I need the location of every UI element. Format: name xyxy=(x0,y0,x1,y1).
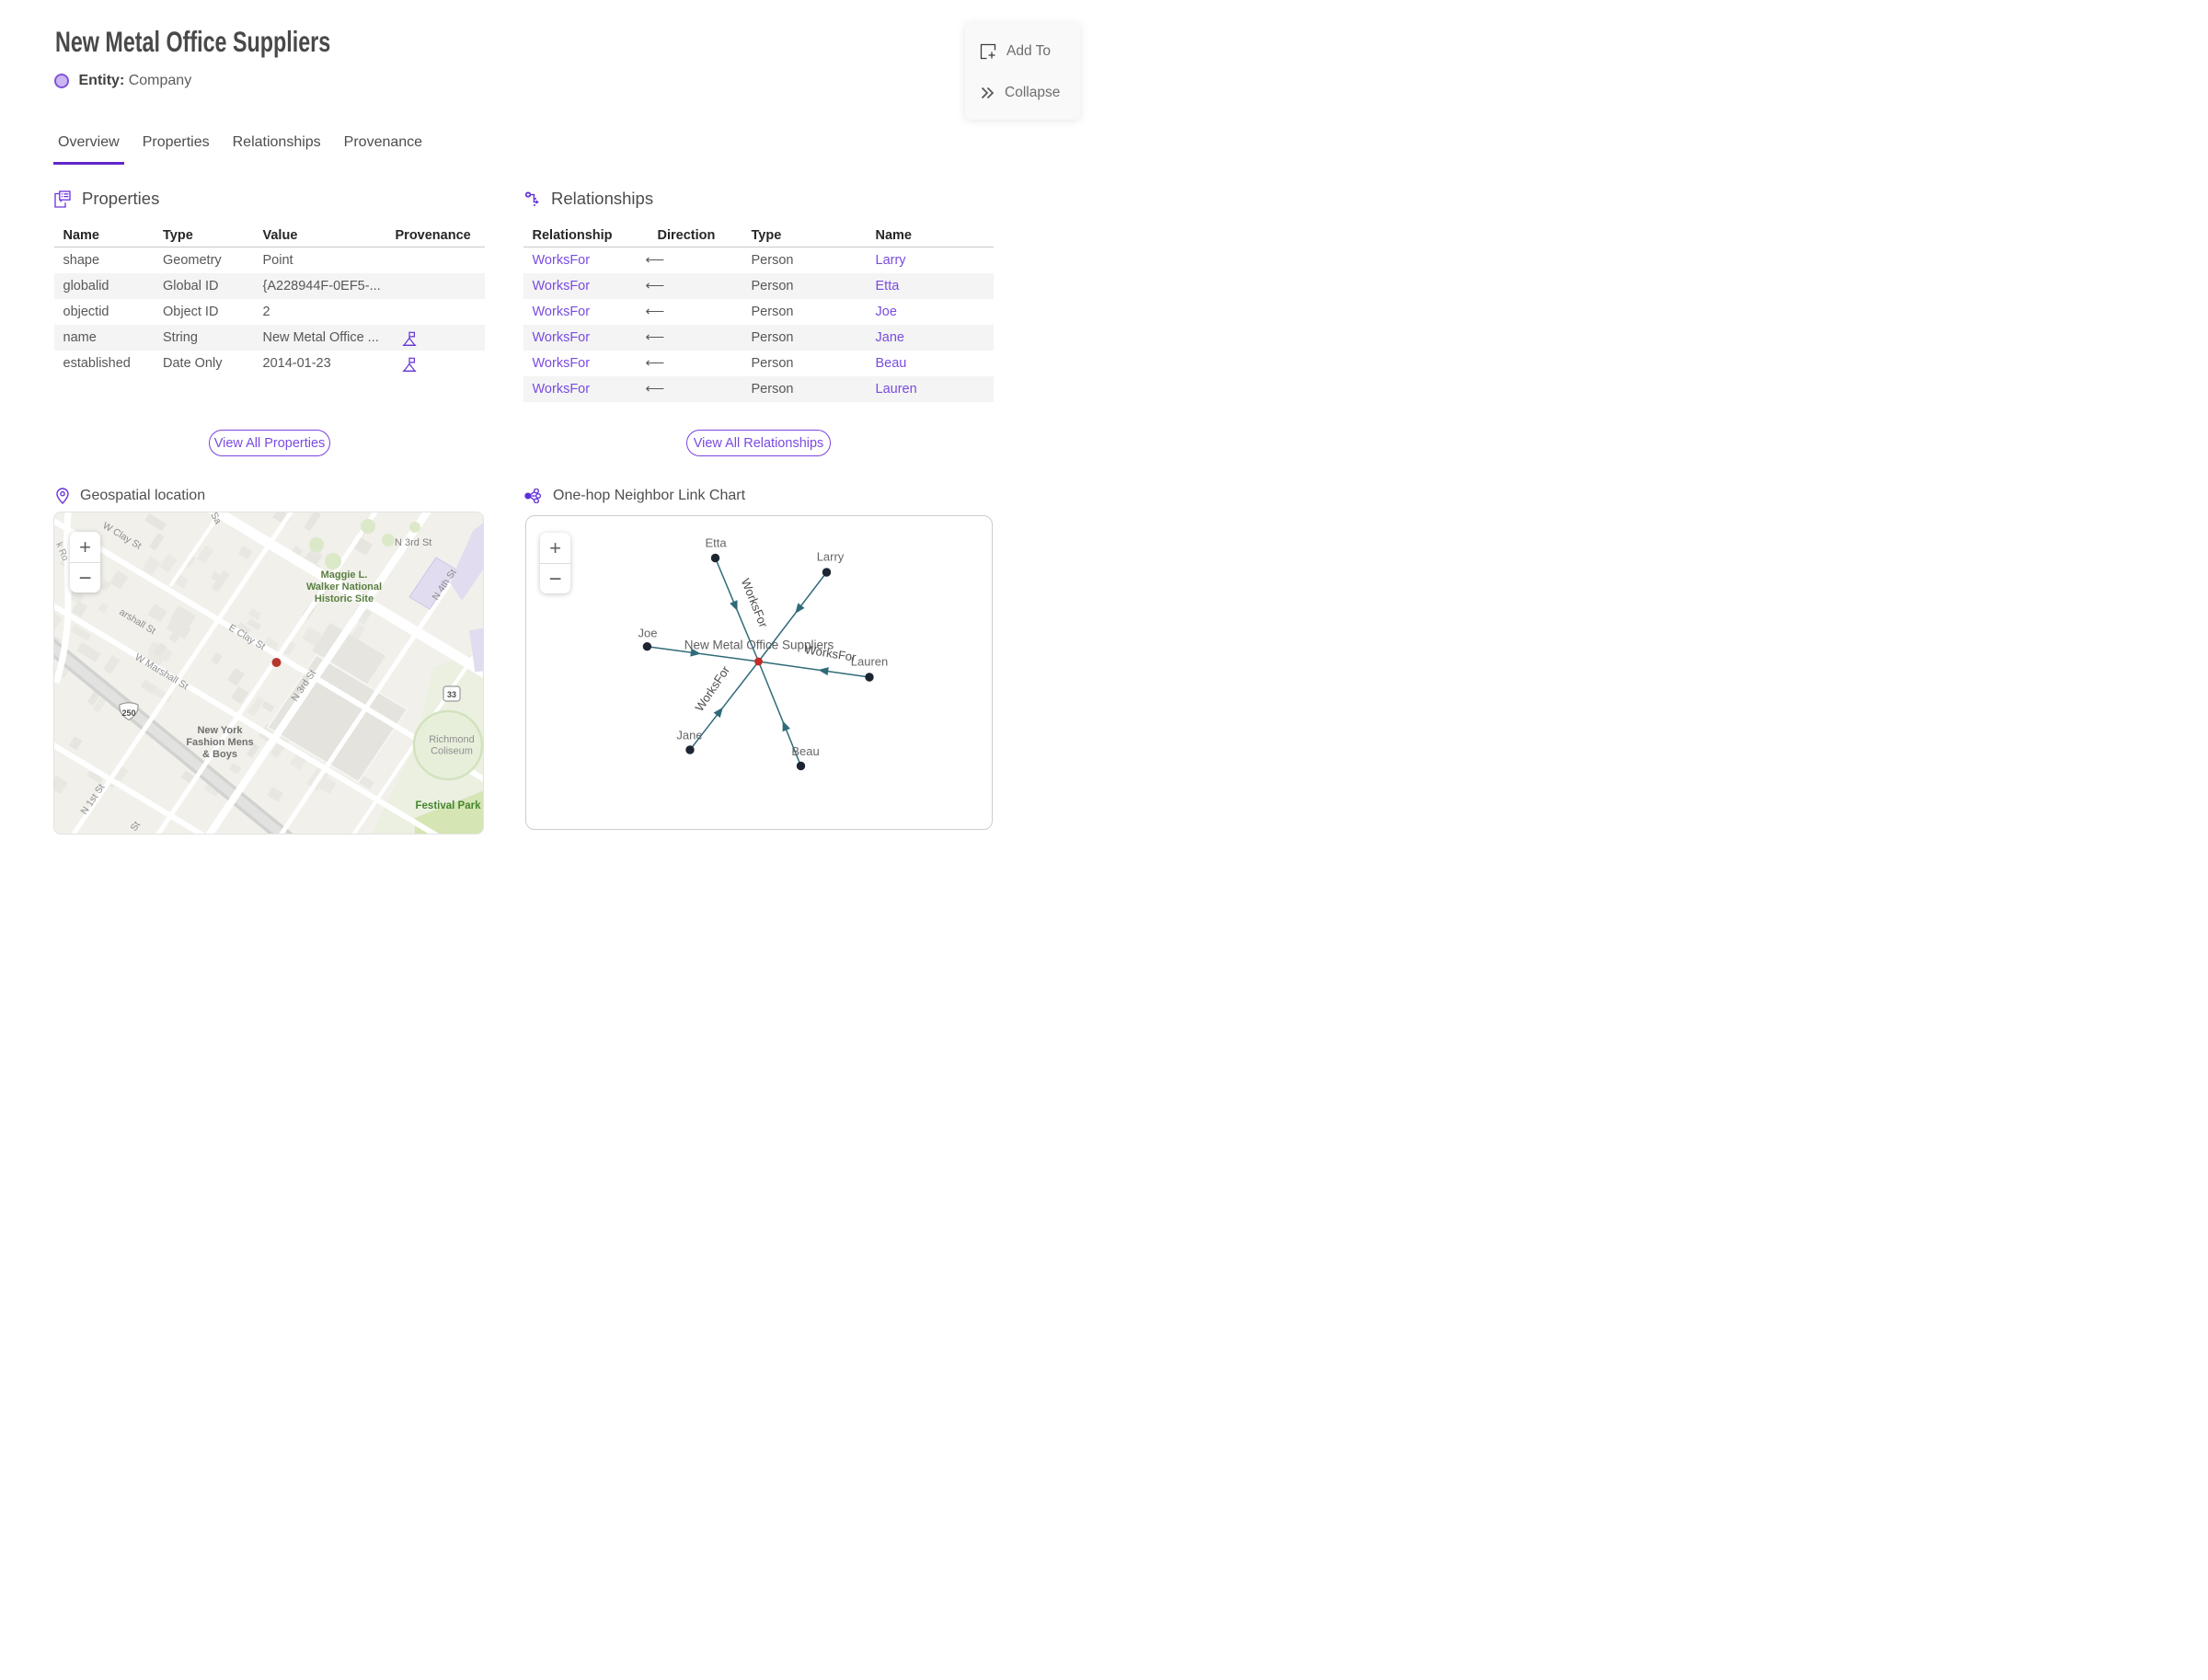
svg-text:WorksFor: WorksFor xyxy=(739,576,771,629)
svg-text:WorksFor: WorksFor xyxy=(804,642,857,664)
svg-text:N 3rd St: N 3rd St xyxy=(395,537,431,548)
svg-text:Jane: Jane xyxy=(676,729,702,742)
svg-text:WorksFor: WorksFor xyxy=(692,662,732,713)
svg-text:Fashion Mens: Fashion Mens xyxy=(186,737,253,748)
svg-text:Larry: Larry xyxy=(817,550,845,564)
svg-text:Beau: Beau xyxy=(791,744,819,758)
svg-text:33: 33 xyxy=(447,690,456,699)
svg-text:Festival Park: Festival Park xyxy=(416,800,482,811)
svg-text:Coliseum: Coliseum xyxy=(431,746,473,757)
svg-text:Joe: Joe xyxy=(638,627,658,640)
svg-text:Historic Site: Historic Site xyxy=(315,593,374,604)
svg-text:Etta: Etta xyxy=(705,536,727,550)
svg-text:Walker National: Walker National xyxy=(306,581,382,593)
svg-text:New York: New York xyxy=(197,725,243,736)
svg-text:Richmond: Richmond xyxy=(429,734,475,745)
svg-text:& Boys: & Boys xyxy=(202,749,237,760)
svg-text:Maggie L.: Maggie L. xyxy=(321,570,368,581)
svg-text:Lauren: Lauren xyxy=(851,655,888,669)
svg-text:250: 250 xyxy=(121,708,135,718)
